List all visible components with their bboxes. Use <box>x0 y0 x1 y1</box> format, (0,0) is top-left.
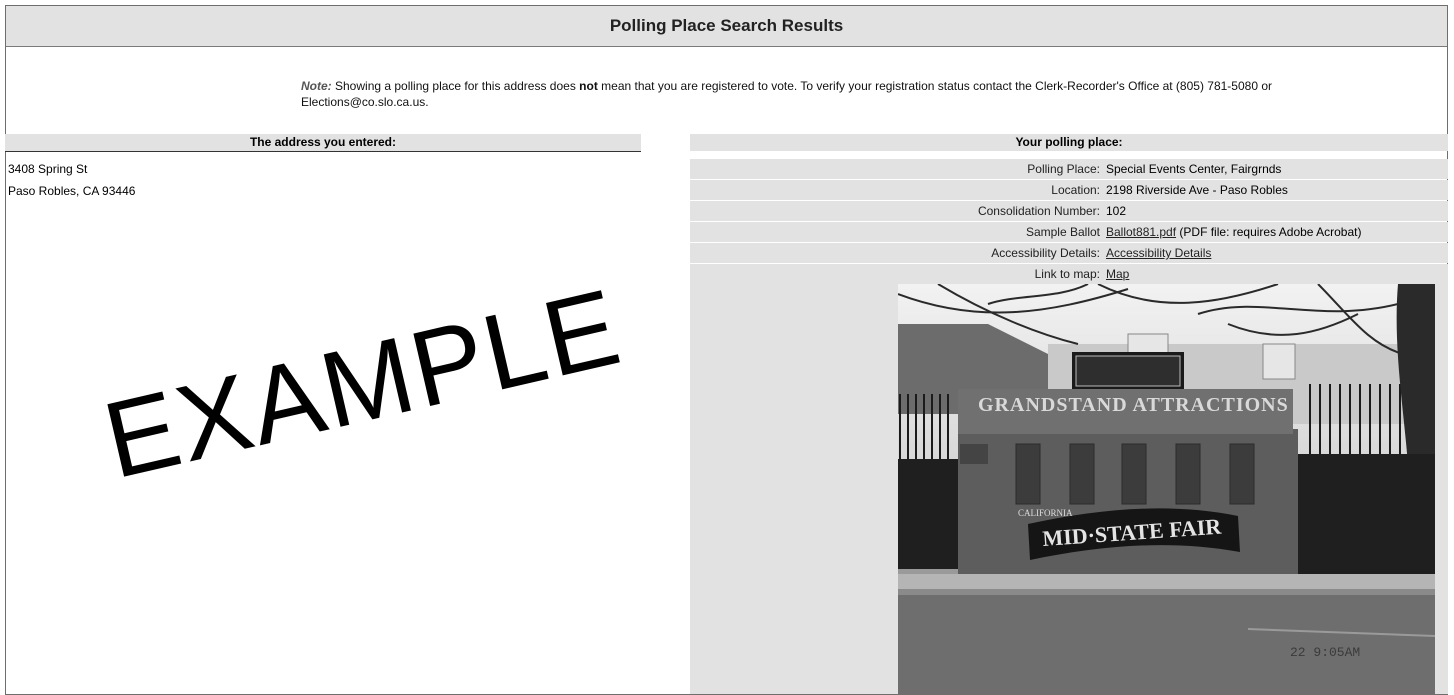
photo-sign-top: GRANDSTAND ATTRACTIONS <box>978 394 1289 416</box>
map-label: Link to map: <box>690 264 1103 284</box>
consolidation-value: 102 <box>1103 201 1448 221</box>
polling-place-value: Special Events Center, Fairgrnds <box>1103 159 1448 179</box>
polling-header: Your polling place: <box>690 134 1448 151</box>
accessibility-link[interactable]: Accessibility Details <box>1106 246 1211 260</box>
consolidation-row: Consolidation Number: 102 <box>690 201 1448 222</box>
fairground-photo-svg: GRANDSTAND ATTRACTIONS CALIFORNIA MID·ST… <box>898 284 1435 694</box>
polling-place-photo: GRANDSTAND ATTRACTIONS CALIFORNIA MID·ST… <box>898 284 1435 694</box>
polling-place-label: Polling Place: <box>690 159 1103 179</box>
location-value: 2198 Riverside Ave - Paso Robles <box>1103 180 1448 200</box>
accessibility-label: Accessibility Details: <box>690 243 1103 263</box>
photo-gutter <box>690 284 898 694</box>
location-label: Location: <box>690 180 1103 200</box>
registration-note: Note: Showing a polling place for this a… <box>301 78 1391 110</box>
location-row: Location: 2198 Riverside Ave - Paso Robl… <box>690 180 1448 201</box>
map-value: Map <box>1103 264 1448 284</box>
note-emphasis: not <box>579 79 598 93</box>
consolidation-label: Consolidation Number: <box>690 201 1103 221</box>
sample-ballot-link[interactable]: Ballot881.pdf <box>1106 225 1176 239</box>
sample-ballot-value: Ballot881.pdf (PDF file: requires Adobe … <box>1103 222 1448 242</box>
photo-right-pad <box>1435 284 1448 694</box>
accessibility-value: Accessibility Details <box>1103 243 1448 263</box>
address-line-1: 3408 Spring St <box>8 162 88 176</box>
note-label: Note: <box>301 79 332 93</box>
accessibility-row: Accessibility Details: Accessibility Det… <box>690 243 1448 264</box>
photo-timestamp: 22 9:05AM <box>1290 645 1360 660</box>
map-row: Link to map: Map <box>690 264 1448 285</box>
sample-ballot-label: Sample Ballot <box>690 222 1103 242</box>
sample-ballot-note: (PDF file: requires Adobe Acrobat) <box>1176 225 1362 239</box>
page-title: Polling Place Search Results <box>6 6 1447 47</box>
sample-ballot-row: Sample Ballot Ballot881.pdf (PDF file: r… <box>690 222 1448 243</box>
address-line-2: Paso Robles, CA 93446 <box>8 184 136 198</box>
map-link[interactable]: Map <box>1106 267 1129 281</box>
note-text-before: Showing a polling place for this address… <box>331 79 580 93</box>
polling-place-row: Polling Place: Special Events Center, Fa… <box>690 159 1448 180</box>
photo-sign-small: CALIFORNIA <box>1018 508 1073 518</box>
address-header: The address you entered: <box>5 134 641 152</box>
